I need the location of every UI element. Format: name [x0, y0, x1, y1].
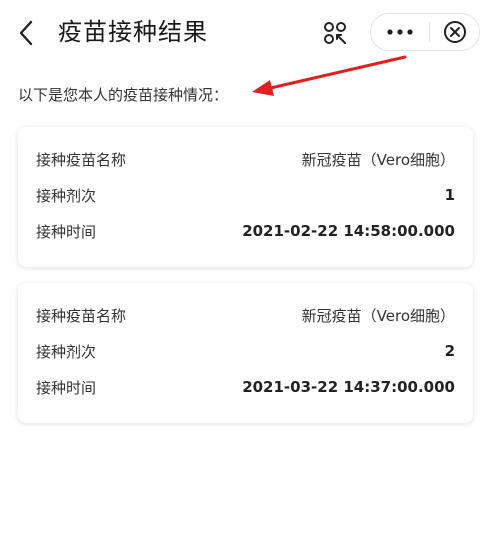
- vaccine-name-row: 接种疫苗名称 新冠疫苗（Vero细胞）: [36, 141, 455, 177]
- scan-button[interactable]: [316, 16, 354, 50]
- dose-number-row: 接种剂次 2: [36, 333, 455, 369]
- dose-number-row: 接种剂次 1: [36, 177, 455, 213]
- back-button[interactable]: [10, 16, 42, 50]
- vaccination-time-label: 接种时间: [36, 222, 97, 241]
- dose-number-label: 接种剂次: [36, 342, 97, 361]
- vaccine-name-value: 新冠疫苗（Vero细胞）: [301, 306, 455, 325]
- vaccination-time-row: 接种时间 2021-03-22 14:37:00.000: [36, 369, 455, 405]
- vaccination-time-value: 2021-02-22 14:58:00.000: [242, 222, 455, 240]
- more-button[interactable]: [371, 14, 429, 50]
- close-button[interactable]: [430, 14, 479, 50]
- scan-qr-icon: [324, 22, 346, 44]
- vaccination-record-card: 接种疫苗名称 新冠疫苗（Vero细胞） 接种剂次 1 接种时间 2021-02-…: [18, 127, 473, 267]
- menu-capsule: [370, 13, 480, 51]
- chevron-left-icon: [19, 20, 33, 46]
- intro-text: 以下是您本人的疫苗接种情况：: [18, 86, 229, 104]
- page-title: 疫苗接种结果: [58, 18, 208, 46]
- vaccination-time-row: 接种时间 2021-02-22 14:58:00.000: [36, 213, 455, 249]
- vaccine-name-label: 接种疫苗名称: [36, 150, 127, 169]
- vaccination-time-label: 接种时间: [36, 378, 97, 397]
- more-dots-icon: [387, 29, 413, 35]
- dose-number-value: 2: [444, 342, 455, 360]
- dose-number-label: 接种剂次: [36, 186, 97, 205]
- vaccine-name-value: 新冠疫苗（Vero细胞）: [301, 150, 455, 169]
- vaccine-name-label: 接种疫苗名称: [36, 306, 127, 325]
- vaccine-name-row: 接种疫苗名称 新冠疫苗（Vero细胞）: [36, 297, 455, 333]
- annotation-arrow-icon: [252, 55, 407, 96]
- vaccination-time-value: 2021-03-22 14:37:00.000: [242, 378, 455, 396]
- close-circle-icon: [443, 21, 466, 43]
- dose-number-value: 1: [444, 186, 455, 204]
- vaccination-record-card: 接种疫苗名称 新冠疫苗（Vero细胞） 接种剂次 2 接种时间 2021-03-…: [18, 283, 473, 423]
